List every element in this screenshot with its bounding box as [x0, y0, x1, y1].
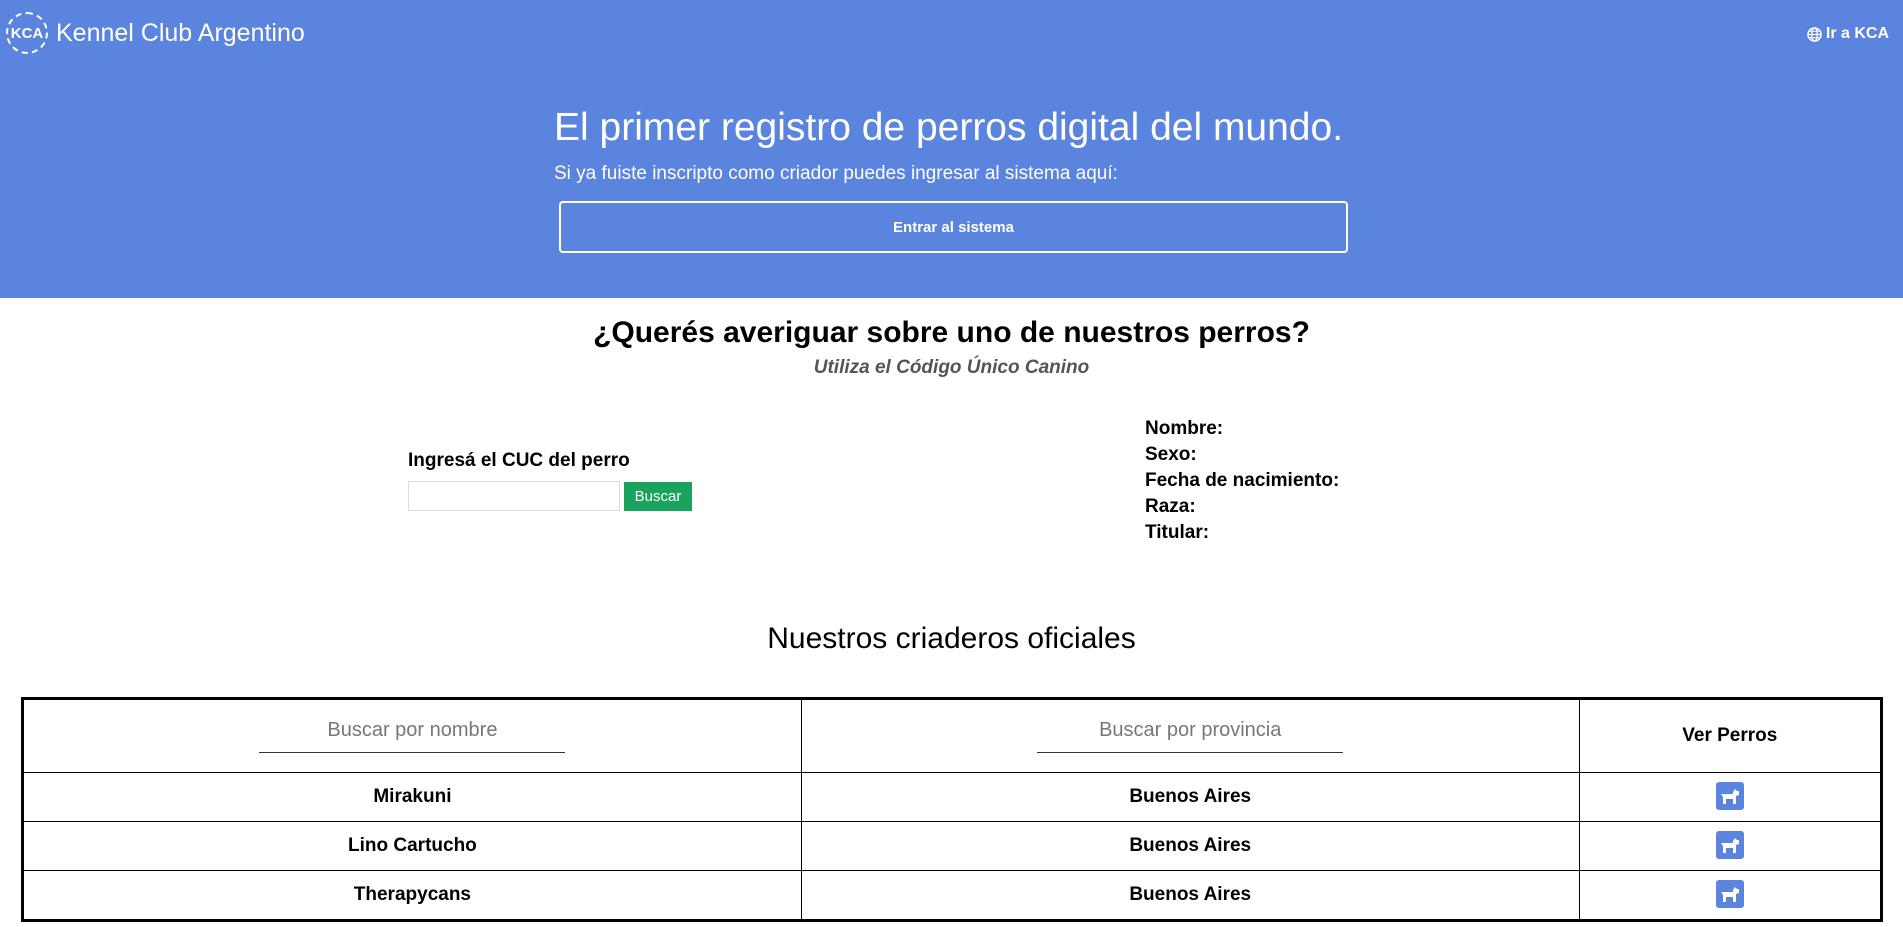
table-row: Lino Cartucho Buenos Aires [22, 821, 1883, 871]
dog-icon[interactable] [1715, 880, 1744, 908]
kca-logo-icon: KCA [6, 12, 48, 54]
criaderos-title: Nuestros criaderos oficiales [767, 622, 1136, 655]
ver-perros-label: Ver Perros [1682, 725, 1778, 746]
criadero-province: Buenos Aires [800, 772, 1580, 822]
hero-banner: KCA Kennel Club Argentino Ir a KCA El pr… [0, 0, 1903, 298]
globe-icon [1807, 26, 1822, 42]
criadero-province: Buenos Aires [800, 821, 1580, 871]
province-filter-cell: Buscar por provincia [800, 698, 1580, 773]
table-row: Therapycans Buenos Aires [22, 870, 1883, 921]
dog-icon[interactable] [1715, 831, 1744, 859]
search-button[interactable]: Buscar [624, 482, 692, 511]
enter-system-button[interactable]: Entrar al sistema [559, 201, 1348, 253]
criadero-name: Therapycans [22, 870, 802, 921]
cuc-label: Ingresá el CUC del perro [408, 450, 630, 471]
info-nombre: Nombre: [1145, 418, 1224, 439]
search-by-name-input[interactable]: Buscar por nombre [259, 719, 566, 753]
criadero-name: Mirakuni [22, 772, 802, 822]
hero-subtitle: Si ya fuiste inscripto como criador pued… [554, 163, 1118, 184]
table-row: Mirakuni Buenos Aires [22, 772, 1883, 822]
table-header-row: Buscar por nombre Buscar por provincia V… [22, 698, 1883, 773]
hero-title: El primer registro de perros digital del… [554, 106, 1344, 149]
cuc-input[interactable] [408, 481, 620, 511]
search-by-province-input[interactable]: Buscar por provincia [1037, 719, 1344, 753]
dog-info-panel: Nombre: Sexo: Fecha de nacimiento: Raza:… [1145, 416, 1339, 546]
ver-perros-cell [1578, 821, 1883, 871]
dog-icon[interactable] [1715, 782, 1744, 810]
info-sexo: Sexo: [1145, 444, 1197, 465]
info-raza: Raza: [1145, 496, 1196, 517]
lookup-subtitle: Utiliza el Código Único Canino [813, 357, 1090, 378]
ir-kca-link[interactable]: Ir a KCA [1807, 25, 1889, 43]
lookup-title: ¿Querés averiguar sobre uno de nuestros … [593, 316, 1310, 349]
site-logo[interactable]: KCA Kennel Club Argentino [6, 12, 305, 54]
site-title: Kennel Club Argentino [56, 18, 305, 47]
info-fecha-nacimiento: Fecha de nacimiento: [1145, 470, 1340, 491]
ver-perros-cell [1578, 870, 1883, 921]
ver-perros-cell [1578, 772, 1883, 822]
ver-perros-header: Ver Perros [1578, 698, 1883, 773]
criadero-name: Lino Cartucho [22, 821, 802, 871]
ir-kca-label: Ir a KCA [1825, 25, 1889, 42]
info-titular: Titular: [1145, 522, 1210, 543]
criadero-province: Buenos Aires [800, 870, 1580, 921]
criaderos-table: Buscar por nombre Buscar por provincia V… [21, 697, 1883, 922]
name-filter-cell: Buscar por nombre [22, 698, 802, 773]
